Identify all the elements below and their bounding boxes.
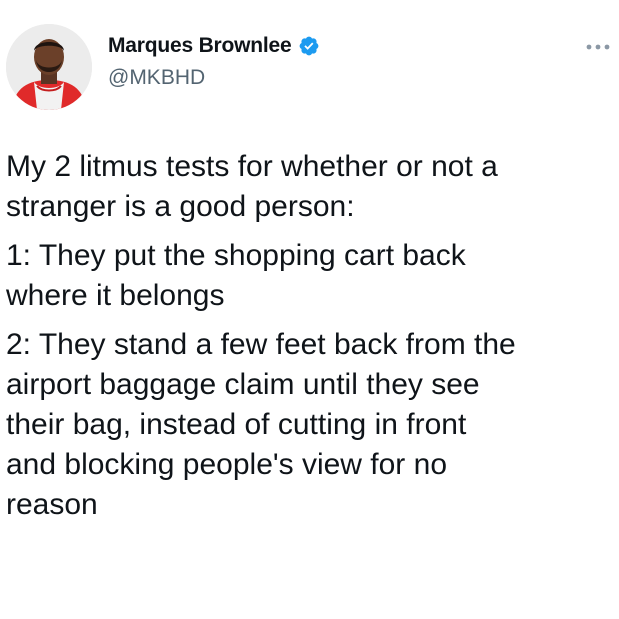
tweet-paragraph: 1: They put the shopping cart back where… bbox=[6, 239, 466, 312]
tweet-card: Marques Brownlee @MKBHD My 2 litmus test… bbox=[0, 0, 619, 619]
more-options-icon[interactable] bbox=[585, 40, 611, 54]
avatar-image bbox=[6, 24, 92, 110]
author-handle[interactable]: @MKBHD bbox=[108, 66, 205, 90]
author-name-row: Marques Brownlee bbox=[108, 34, 320, 58]
avatar[interactable] bbox=[6, 24, 92, 110]
tweet-header: Marques Brownlee @MKBHD bbox=[0, 0, 619, 110]
tweet-body: My 2 litmus tests for whether or not a s… bbox=[6, 147, 614, 534]
tweet-paragraph: 2: They stand a few feet back from the a… bbox=[6, 328, 516, 521]
tweet-paragraph: My 2 litmus tests for whether or not a s… bbox=[6, 150, 498, 223]
verified-badge-icon bbox=[298, 35, 320, 57]
author-display-name[interactable]: Marques Brownlee bbox=[108, 34, 292, 58]
